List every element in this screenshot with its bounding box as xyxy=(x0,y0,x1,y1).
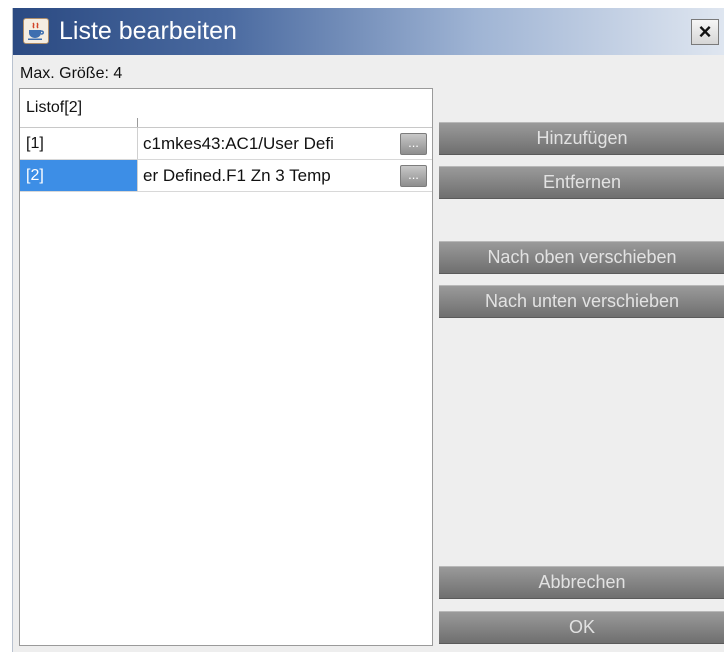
edit-list-dialog: Liste bearbeiten × Max. Größe: 4 Listof[… xyxy=(12,8,724,652)
list-table: Listof[2] [1] c1mkes43:AC1/User Defi ...… xyxy=(19,88,433,646)
move-up-button[interactable]: Nach oben verschieben xyxy=(439,241,724,274)
window-title: Liste bearbeiten xyxy=(59,17,237,45)
table-row-1[interactable]: [1] c1mkes43:AC1/User Defi ... xyxy=(20,128,432,160)
column-header: Listof[2] xyxy=(26,99,83,116)
table-header[interactable]: Listof[2] xyxy=(20,89,432,128)
close-button[interactable]: × xyxy=(691,19,719,45)
browse-button[interactable]: ... xyxy=(400,133,427,155)
row-value[interactable]: c1mkes43:AC1/User Defi xyxy=(139,128,398,159)
move-down-button[interactable]: Nach unten verschieben xyxy=(439,285,724,318)
remove-button[interactable]: Entfernen xyxy=(439,166,724,199)
title-bar[interactable]: Liste bearbeiten × xyxy=(13,8,724,55)
column-divider[interactable] xyxy=(137,118,138,127)
java-cup-icon xyxy=(23,18,49,44)
row-value[interactable]: er Defined.F1 Zn 3 Temp xyxy=(139,160,398,191)
max-size-label: Max. Größe: 4 xyxy=(20,65,123,82)
row-index-selected[interactable]: [2] xyxy=(20,160,138,191)
table-row-2[interactable]: [2] er Defined.F1 Zn 3 Temp ... xyxy=(20,160,432,192)
browse-button[interactable]: ... xyxy=(400,165,427,187)
cancel-button[interactable]: Abbrechen xyxy=(439,566,724,599)
ok-button[interactable]: OK xyxy=(439,611,724,644)
add-button[interactable]: Hinzufügen xyxy=(439,122,724,155)
row-index[interactable]: [1] xyxy=(20,128,138,159)
